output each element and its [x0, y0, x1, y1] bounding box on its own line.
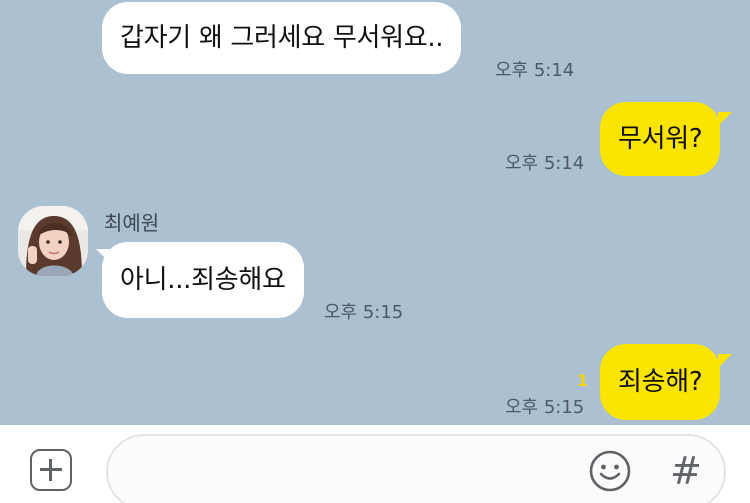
message-timestamp: 오후 5:15	[505, 397, 585, 418]
sender-name: 최예원	[104, 211, 160, 235]
message-text: 무서워?	[618, 124, 703, 154]
message-text: 갑자기 왜 그러세요 무서워요..	[120, 23, 444, 53]
message-input-bar: #	[0, 425, 750, 503]
message-timestamp: 오후 5:14	[495, 60, 575, 81]
profile-photo-icon	[18, 206, 88, 276]
smiley-icon[interactable]	[588, 449, 632, 493]
message-input[interactable]	[106, 434, 726, 503]
message-timestamp: 오후 5:14	[505, 153, 585, 174]
sender-avatar[interactable]	[18, 206, 88, 276]
hash-button[interactable]: #	[664, 447, 708, 495]
plus-square-icon[interactable]	[30, 449, 72, 491]
outgoing-message-bubble[interactable]: 무서워?	[600, 102, 721, 176]
message-text: 죄송해?	[618, 367, 703, 397]
unread-count: 1	[577, 371, 589, 390]
incoming-message-bubble[interactable]: 갑자기 왜 그러세요 무서워요..	[102, 2, 462, 74]
message-text: 아니...죄송해요	[120, 265, 286, 295]
bubble-tail	[718, 112, 732, 126]
message-timestamp: 오후 5:15	[324, 302, 404, 323]
chat-screen: 갑자기 왜 그러세요 무서워요.. 오후 5:14 무서워? 오후 5:14 최…	[0, 0, 750, 503]
message-list[interactable]: 갑자기 왜 그러세요 무서워요.. 오후 5:14 무서워? 오후 5:14 최…	[0, 0, 750, 425]
incoming-message-bubble[interactable]: 아니...죄송해요	[102, 242, 304, 318]
outgoing-message-bubble[interactable]: 죄송해?	[600, 344, 721, 420]
bubble-tail	[718, 354, 732, 368]
